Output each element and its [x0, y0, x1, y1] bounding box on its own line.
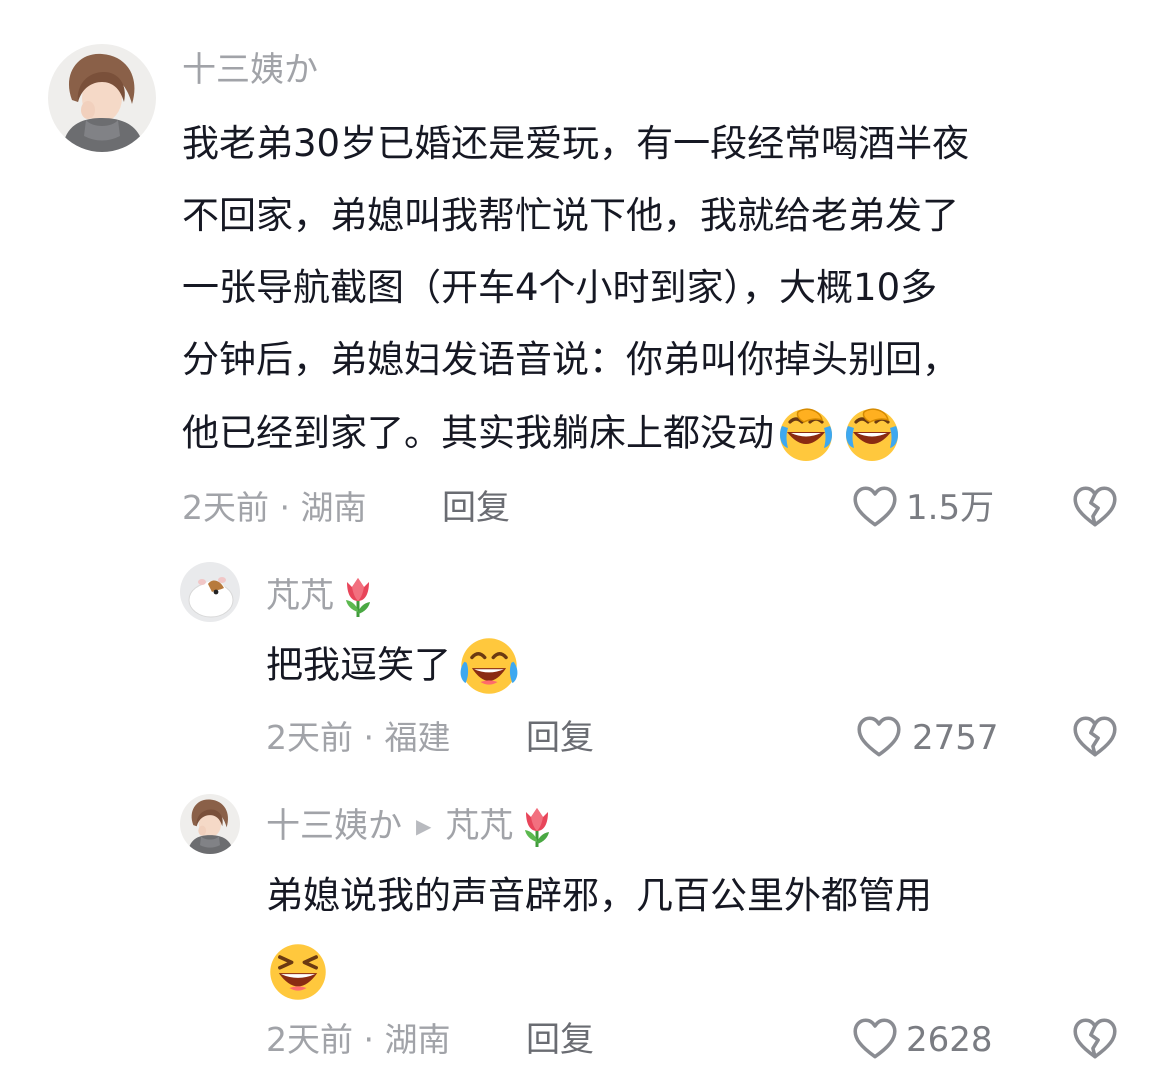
username[interactable]: 十三姨か [182, 50, 318, 90]
username[interactable]: 十三姨か ▶ 芃芃 [266, 804, 557, 848]
grinning-squinting-emoji-icon [266, 940, 330, 1004]
heart-outline-icon[interactable] [850, 482, 900, 532]
tulip-icon [338, 574, 378, 618]
comment-line: 他已经到家了。其实我躺床上都没动 [182, 396, 1142, 470]
broken-heart-icon[interactable] [1070, 712, 1120, 762]
comment-line: 不回家，弟媳叫我帮忙说下他，我就给老弟发了 [182, 194, 959, 237]
comment-text-content: 弟媳说我的声音辟邪，几百公里外都管用 [266, 874, 932, 917]
avatar[interactable] [48, 44, 156, 152]
comment-text: 弟媳说我的声音辟邪，几百公里外都管用 [266, 860, 932, 1004]
broken-heart-icon[interactable] [1070, 1014, 1120, 1064]
reply-button[interactable]: 回复 [526, 1020, 594, 1060]
like-count: 2628 [906, 1020, 993, 1060]
username-text: 芃芃 [266, 576, 334, 616]
comment-text: 我老弟30岁已婚还是爱玩，有一段经常喝酒半夜 不回家，弟媳叫我帮忙说下他，我就给… [182, 108, 1142, 470]
comment-time-location: 2天前 · 湖南 [182, 488, 367, 527]
comment-line: 我老弟30岁已婚还是爱玩，有一段经常喝酒半夜 [182, 122, 970, 165]
avatar[interactable] [180, 794, 240, 854]
broken-heart-icon[interactable] [1070, 482, 1120, 532]
tulip-icon [517, 804, 557, 848]
like-count: 2757 [912, 718, 999, 758]
username[interactable]: 芃芃 [266, 574, 378, 618]
avatar[interactable] [180, 562, 240, 622]
tears-of-joy-emoji-icon [457, 634, 521, 698]
username-text: 十三姨か [266, 806, 402, 846]
comment-line: 分钟后，弟媳妇发语音说：你弟叫你掉头别回， [182, 338, 959, 381]
username-text: 十三姨か [182, 50, 318, 90]
reply-button[interactable]: 回复 [526, 718, 594, 758]
comment-time-location: 2天前 · 福建 [266, 718, 451, 757]
comment-line: 一张导航截图（开车4个小时到家），大概10多 [182, 266, 938, 309]
comment-time-location: 2天前 · 湖南 [266, 1020, 451, 1059]
comment-line [266, 932, 932, 1004]
play-arrow-icon: ▶ [416, 814, 432, 838]
heart-outline-icon[interactable] [850, 1014, 900, 1064]
like-count: 1.5万 [906, 488, 995, 528]
comment-text: 把我逗笑了 [266, 628, 521, 702]
reply-to-username[interactable]: 芃芃 [445, 806, 513, 846]
comment-line-text: 他已经到家了。其实我躺床上都没动 [182, 411, 774, 455]
reply-button[interactable]: 回复 [442, 488, 510, 528]
comment-text-content: 把我逗笑了 [266, 643, 451, 687]
heart-outline-icon[interactable] [854, 712, 904, 762]
laughing-hand-emoji-icon [842, 404, 902, 464]
laughing-hand-emoji-icon [776, 404, 836, 464]
